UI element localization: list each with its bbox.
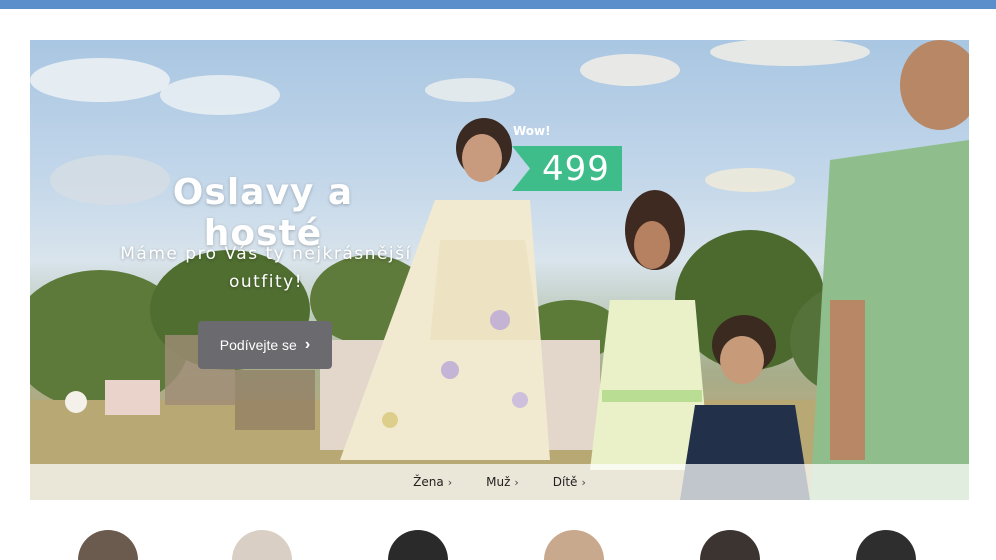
chevron-right-icon: › xyxy=(581,475,586,489)
category-thumbnail[interactable] xyxy=(78,530,138,560)
category-thumbnails-row xyxy=(0,530,996,560)
category-label: Muž xyxy=(486,475,511,489)
chevron-right-icon: › xyxy=(304,336,311,353)
category-thumbnail[interactable] xyxy=(856,530,916,560)
category-link-dite[interactable]: Dítě › xyxy=(553,475,586,489)
hero-subtitle: Máme pro Vás ty nejkrásnější outfity! xyxy=(120,244,412,292)
category-label: Žena xyxy=(413,475,444,489)
chevron-right-icon: › xyxy=(514,475,519,489)
top-accent-bar xyxy=(0,0,996,9)
cta-label: Podívejte se xyxy=(219,337,297,353)
category-link-zena[interactable]: Žena › xyxy=(413,475,452,489)
category-thumbnail[interactable] xyxy=(544,530,604,560)
category-bar: Žena › Muž › Dítě › xyxy=(30,464,969,500)
category-thumbnail[interactable] xyxy=(700,530,760,560)
category-thumbnail[interactable] xyxy=(388,530,448,560)
view-collection-button[interactable]: Podívejte se › xyxy=(198,321,332,369)
category-link-muz[interactable]: Muž › xyxy=(486,475,519,489)
price-badge-value: 499 xyxy=(542,148,610,189)
category-thumbnail[interactable] xyxy=(232,530,292,560)
category-label: Dítě xyxy=(552,475,578,489)
hero-banner[interactable]: Oslavy a hosté Máme pro Vás ty nejkrásně… xyxy=(30,40,969,500)
price-badge-wow: Wow! xyxy=(513,124,551,138)
chevron-right-icon: › xyxy=(447,475,453,489)
